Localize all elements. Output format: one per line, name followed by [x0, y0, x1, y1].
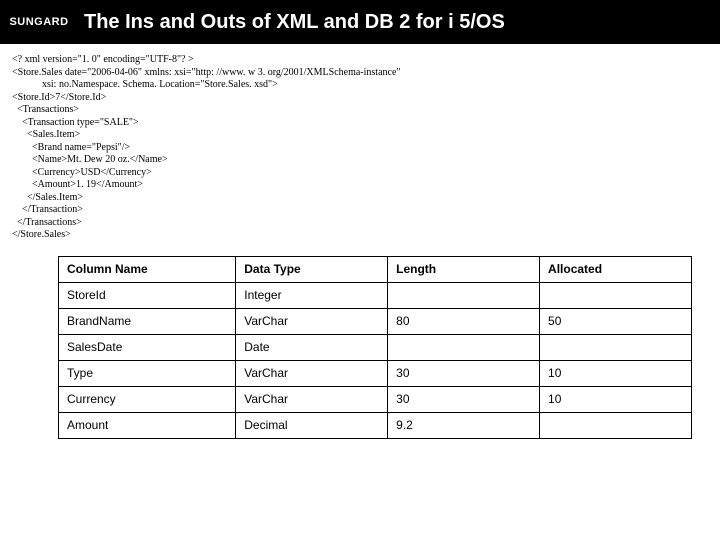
xml-line: xsi: no.Namespace. Schema. Location="Sto…: [12, 79, 278, 90]
col-header: Allocated: [540, 256, 692, 282]
xml-line: </Transactions>: [12, 217, 82, 228]
page-title: The Ins and Outs of XML and DB 2 for i 5…: [78, 11, 505, 34]
cell: Date: [236, 334, 388, 360]
cell: 9.2: [388, 412, 540, 438]
cell: 80: [388, 308, 540, 334]
cell: SalesDate: [59, 334, 236, 360]
xml-line: <Name>Mt. Dew 20 oz.</Name>: [12, 154, 168, 165]
xml-line: <Sales.Item>: [12, 129, 80, 140]
cell: [388, 334, 540, 360]
cell: 10: [540, 360, 692, 386]
schema-table: Column Name Data Type Length Allocated S…: [58, 256, 692, 439]
schema-table-wrap: Column Name Data Type Length Allocated S…: [0, 256, 720, 439]
cell: Integer: [236, 282, 388, 308]
table-row: Currency VarChar 30 10: [59, 386, 692, 412]
table-row: Type VarChar 30 10: [59, 360, 692, 386]
xml-line: <Transaction type="SALE">: [12, 117, 139, 128]
xml-line: <Store.Id>7</Store.Id>: [12, 92, 106, 103]
table-row: BrandName VarChar 80 50: [59, 308, 692, 334]
xml-line: <Amount>1. 19</Amount>: [12, 179, 143, 190]
xml-line: <Currency>USD</Currency>: [12, 167, 152, 178]
cell: 30: [388, 386, 540, 412]
brand-logo: SUNGARD: [0, 16, 78, 28]
xml-line: </Sales.Item>: [12, 192, 83, 203]
cell: VarChar: [236, 308, 388, 334]
col-header: Column Name: [59, 256, 236, 282]
cell: [540, 334, 692, 360]
cell: BrandName: [59, 308, 236, 334]
xml-line: </Store.Sales>: [12, 229, 71, 240]
cell: Amount: [59, 412, 236, 438]
header-bar: SUNGARD The Ins and Outs of XML and DB 2…: [0, 0, 720, 44]
table-row: SalesDate Date: [59, 334, 692, 360]
table-header-row: Column Name Data Type Length Allocated: [59, 256, 692, 282]
cell: Type: [59, 360, 236, 386]
cell: 30: [388, 360, 540, 386]
xml-line: <? xml version="1. 0" encoding="UTF-8"? …: [12, 54, 194, 65]
cell: StoreId: [59, 282, 236, 308]
cell: VarChar: [236, 360, 388, 386]
cell: [540, 282, 692, 308]
cell: 50: [540, 308, 692, 334]
col-header: Length: [388, 256, 540, 282]
cell: VarChar: [236, 386, 388, 412]
xml-line: <Transactions>: [12, 104, 79, 115]
xml-code-block: <? xml version="1. 0" encoding="UTF-8"? …: [0, 44, 720, 256]
cell: 10: [540, 386, 692, 412]
xml-line: </Transaction>: [12, 204, 83, 215]
cell: [388, 282, 540, 308]
xml-line: <Brand name="Pepsi"/>: [12, 142, 130, 153]
table-row: Amount Decimal 9.2: [59, 412, 692, 438]
cell: [540, 412, 692, 438]
xml-line: <Store.Sales date="2006-04-06" xmlns: xs…: [12, 67, 400, 78]
cell: Decimal: [236, 412, 388, 438]
col-header: Data Type: [236, 256, 388, 282]
table-row: StoreId Integer: [59, 282, 692, 308]
cell: Currency: [59, 386, 236, 412]
